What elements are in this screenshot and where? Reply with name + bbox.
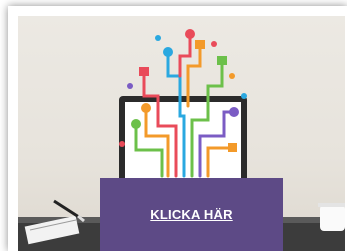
click-here-label[interactable]: KLICKA HÄR (150, 207, 232, 222)
content-card: KLICKA HÄR (8, 6, 347, 251)
cup-icon (318, 203, 345, 231)
click-here-button[interactable]: KLICKA HÄR (100, 178, 283, 251)
hero-image: KLICKA HÄR (18, 16, 345, 251)
